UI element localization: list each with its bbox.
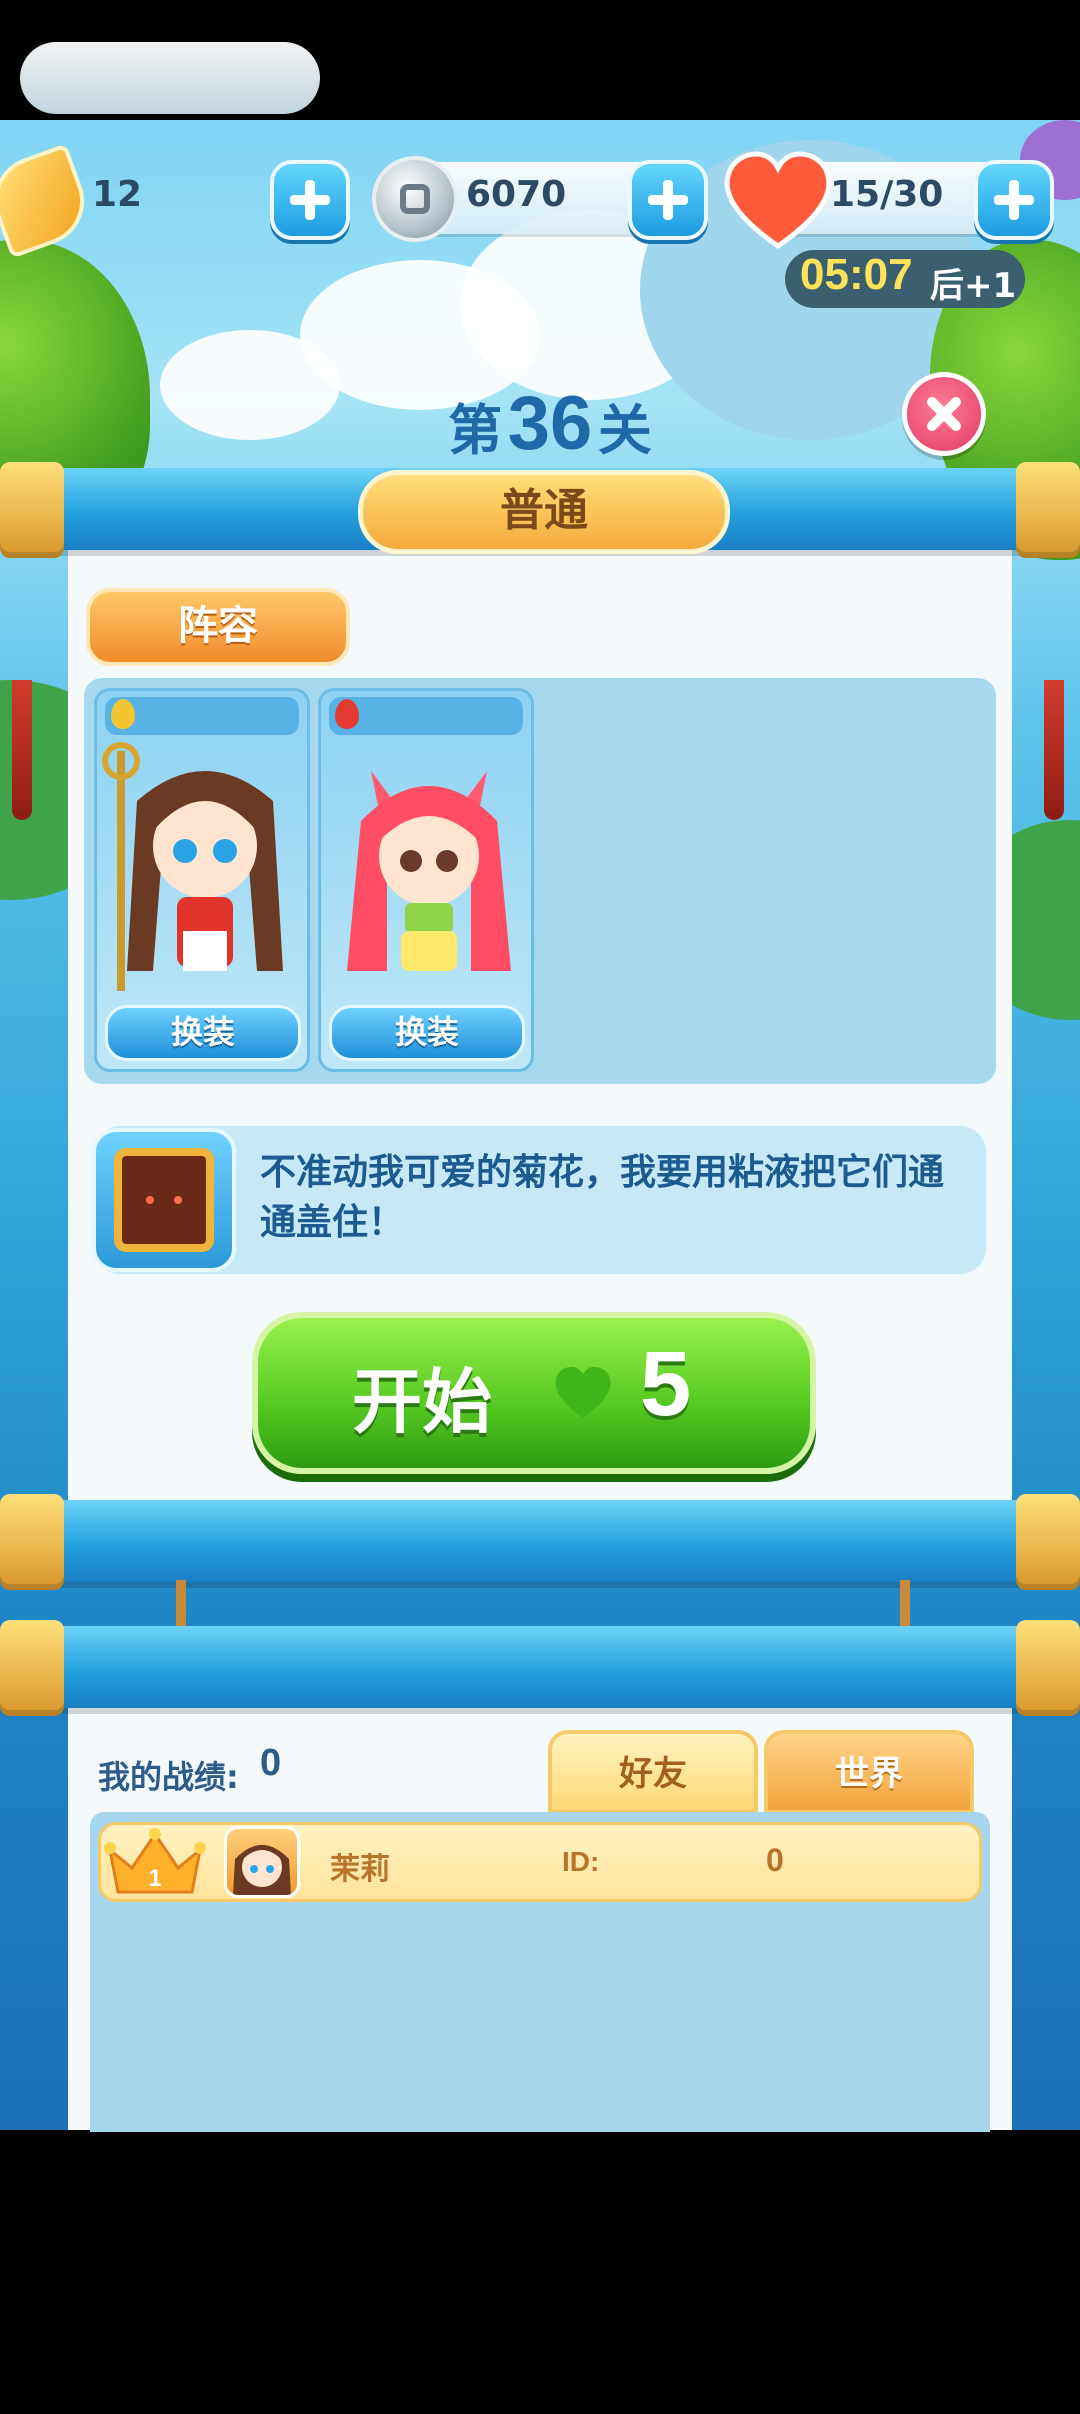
player-name: 茉莉	[330, 1852, 390, 1887]
boss-portrait	[92, 1128, 236, 1272]
slime-eye	[146, 1196, 154, 1204]
life-timer-suffix: 后+1	[930, 266, 1017, 306]
tassel-left	[12, 680, 32, 820]
boss-dialogue-text: 不准动我可爱的菊花，我要用粘液把它们通通盖住！	[260, 1152, 945, 1243]
hero-portrait-fox-girl	[347, 771, 511, 971]
tassel-right	[1044, 680, 1064, 820]
my-record-value: 0	[260, 1742, 282, 1784]
rank-number: 1	[148, 1865, 161, 1892]
coin-icon-center	[400, 184, 430, 214]
start-level-button[interactable]	[252, 1312, 816, 1474]
avatar	[224, 1826, 300, 1898]
scroll-middle-cap-left	[0, 1494, 64, 1590]
scroll-top-cap-left	[0, 462, 64, 558]
feather-counter	[20, 42, 320, 114]
crown-icon: 1	[104, 1828, 206, 1894]
start-button-label: 开始	[352, 1361, 492, 1443]
swap-outfit-button[interactable]: 换装	[329, 1005, 525, 1061]
feather-count: 12	[92, 174, 143, 215]
coin-icon	[372, 156, 458, 242]
lineup-tab[interactable]: 阵容	[86, 588, 350, 666]
scroll-middle-cap-right	[1016, 1494, 1080, 1590]
level-prefix: 第	[448, 399, 503, 462]
player-id-label: ID:	[562, 1846, 600, 1877]
add-feathers-button[interactable]	[270, 160, 350, 240]
life-cost-heart-icon	[555, 1367, 611, 1418]
heart-icon	[724, 151, 832, 250]
hero-card-2[interactable]: 换装	[318, 688, 534, 1072]
add-lives-button[interactable]	[974, 160, 1054, 240]
gold-element-icon	[111, 699, 135, 729]
my-record-label: 我的战绩:	[98, 1758, 239, 1796]
tab-friends[interactable]: 好友	[548, 1730, 758, 1814]
avatar-portrait	[233, 1845, 291, 1895]
close-button[interactable]	[902, 372, 986, 456]
slime-eye	[174, 1196, 182, 1204]
lives-count: 15/30	[830, 174, 944, 215]
scroll-leaderboard-cap-right	[1016, 1620, 1080, 1716]
life-timer-countdown: 05:07	[800, 250, 913, 299]
player-score: 0	[766, 1842, 784, 1878]
slime-chest-icon	[114, 1148, 214, 1252]
level-suffix: 关	[597, 399, 652, 462]
scroll-top-cap-right	[1016, 462, 1080, 558]
hero-card-1[interactable]: 换装	[94, 688, 310, 1072]
hero-portrait-staff-girl	[102, 742, 283, 991]
scroll-leaderboard-bar	[40, 1626, 1040, 1708]
scroll-leaderboard-cap-left	[0, 1620, 64, 1716]
scroll-middle-bar	[40, 1500, 1040, 1582]
swap-outfit-button[interactable]: 换装	[105, 1005, 301, 1061]
difficulty-badge: 普通	[358, 470, 730, 554]
start-life-cost: 5	[640, 1333, 692, 1435]
level-number: 36	[507, 381, 593, 466]
add-coins-button[interactable]	[628, 160, 708, 240]
coin-count: 6070	[466, 174, 567, 215]
tab-world[interactable]: 世界	[764, 1730, 974, 1814]
red-element-icon	[335, 699, 359, 729]
